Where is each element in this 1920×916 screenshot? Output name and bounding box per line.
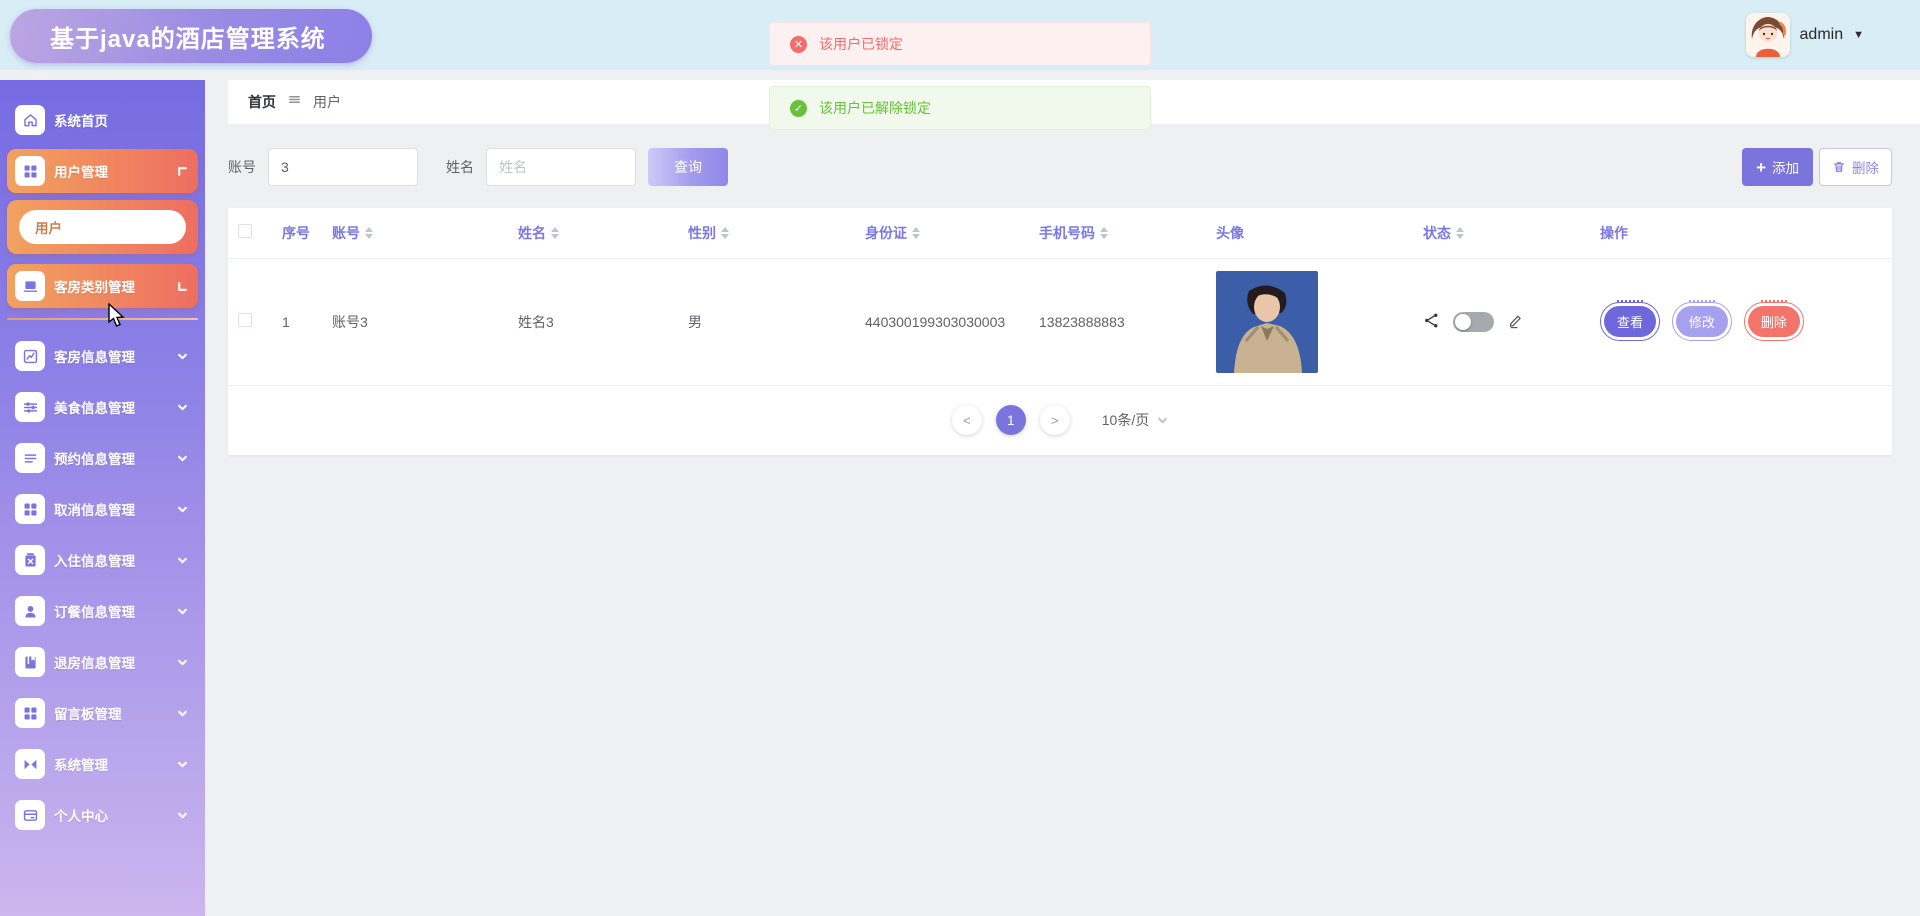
sidebar-item-room-type-mgmt[interactable]: 客房类别管理 xyxy=(7,264,198,308)
user-table: 序号 账号 姓名 性别 身份证 手机号码 头像 状态 操作 1 账号3 姓名3 … xyxy=(228,208,1892,386)
table-header-row: 序号 账号 姓名 性别 身份证 手机号码 头像 状态 操作 xyxy=(228,208,1892,258)
chart-icon xyxy=(15,341,45,371)
chevron-collapse-icon xyxy=(178,281,187,291)
sidebar-item-food-info-mgmt[interactable]: 美食信息管理 xyxy=(7,385,198,429)
filter-toolbar: 账号 姓名 查询 + 添加 删除 xyxy=(228,145,1892,189)
sort-icon[interactable] xyxy=(721,226,729,239)
share-icon[interactable] xyxy=(1423,312,1440,332)
app-title: 基于java的酒店管理系统 xyxy=(10,9,372,63)
current-page-button[interactable]: 1 xyxy=(995,405,1026,435)
prev-page-button[interactable]: < xyxy=(951,405,982,435)
user-table-card: 序号 账号 姓名 性别 身份证 手机号码 头像 状态 操作 1 账号3 姓名3 … xyxy=(228,208,1892,455)
chevron-down-icon xyxy=(178,659,187,665)
sidebar-subitem-user[interactable]: 用户 xyxy=(19,210,186,244)
grid-icon xyxy=(15,156,45,186)
account-input[interactable] xyxy=(268,148,418,186)
chevron-down-icon xyxy=(178,812,187,818)
user-menu[interactable]: admin ▼ xyxy=(1745,13,1864,57)
error-circle-icon: ✕ xyxy=(790,35,807,53)
clipboard-x-icon xyxy=(15,545,45,575)
user-avatar xyxy=(1745,13,1790,57)
delete-button[interactable]: 删除 xyxy=(1819,148,1892,186)
chevron-down-icon xyxy=(178,557,187,563)
sort-icon[interactable] xyxy=(1456,226,1464,239)
user-caret-icon: ▼ xyxy=(1853,29,1864,41)
chevron-down-icon xyxy=(178,506,187,512)
grid-icon xyxy=(15,494,45,524)
laptop-icon xyxy=(15,271,45,301)
sliders-icon xyxy=(15,392,45,422)
lock-toggle[interactable] xyxy=(1453,311,1494,332)
toast-success: ✓ 该用户已解除锁定 xyxy=(769,86,1151,130)
username: admin xyxy=(1799,26,1844,43)
sidebar-item-meal-order-mgmt[interactable]: 订餐信息管理 xyxy=(7,589,198,633)
sidebar-item-booking-info-mgmt[interactable]: 预约信息管理 xyxy=(7,436,198,480)
account-label: 账号 xyxy=(228,159,256,175)
cell-idcard: 440300199303030003 xyxy=(865,313,1006,330)
name-label: 姓名 xyxy=(446,159,474,175)
edit-button[interactable]: 修改 xyxy=(1671,300,1732,341)
sidebar-item-message-board-mgmt[interactable]: 留言板管理 xyxy=(7,691,198,735)
home-icon xyxy=(15,105,45,135)
chevron-down-icon xyxy=(178,404,187,410)
row-avatar-photo xyxy=(1216,270,1318,373)
switch-icon xyxy=(15,749,45,779)
sidebar-item-home[interactable]: 系统首页 xyxy=(7,98,198,142)
cell-phone: 13823888883 xyxy=(1039,313,1125,330)
row-delete-button[interactable]: 删除 xyxy=(1743,300,1804,341)
card-icon xyxy=(15,800,45,830)
book-icon xyxy=(15,647,45,677)
success-check-icon: ✓ xyxy=(790,99,807,117)
grid-icon xyxy=(15,698,45,728)
name-input[interactable] xyxy=(486,148,636,186)
page-size-select[interactable]: 10条/页 xyxy=(1102,410,1168,430)
sort-icon[interactable] xyxy=(551,226,559,239)
search-button[interactable]: 查询 xyxy=(648,148,728,186)
app: 基于java的酒店管理系统 admin ▼ 系统首页 用户管理 用户 客房类别管… xyxy=(0,0,1920,916)
sidebar: 系统首页 用户管理 用户 客房类别管理 客房信息管理 美食信息管理 预约信息管理… xyxy=(0,80,205,916)
chevron-down-icon xyxy=(178,455,187,461)
breadcrumb-current: 用户 xyxy=(313,94,341,110)
table-row: 1 账号3 姓名3 男 440300199303030003 138238888… xyxy=(228,258,1892,385)
chevron-expanded-icon xyxy=(178,166,187,176)
plus-icon: + xyxy=(1756,157,1766,177)
sort-icon[interactable] xyxy=(912,226,920,239)
sidebar-item-checkin-info-mgmt[interactable]: 入住信息管理 xyxy=(7,538,198,582)
edit-pencil-icon[interactable] xyxy=(1507,312,1524,332)
chevron-down-icon xyxy=(178,608,187,614)
chevron-down-icon xyxy=(178,353,187,359)
sidebar-item-system-mgmt[interactable]: 系统管理 xyxy=(7,742,198,786)
submenu-user-mgmt: 用户 xyxy=(7,200,198,254)
breadcrumb-separator-icon xyxy=(288,93,301,111)
toast-error: ✕ 该用户已锁定 xyxy=(769,22,1151,66)
sidebar-item-checkout-info-mgmt[interactable]: 退房信息管理 xyxy=(7,640,198,684)
sort-icon[interactable] xyxy=(1100,226,1108,239)
sidebar-item-room-info-mgmt[interactable]: 客房信息管理 xyxy=(7,334,198,378)
chevron-down-icon xyxy=(178,710,187,716)
sidebar-item-cancel-info-mgmt[interactable]: 取消信息管理 xyxy=(7,487,198,531)
chevron-down-icon xyxy=(1158,417,1168,423)
view-button[interactable]: 查看 xyxy=(1600,300,1661,341)
select-all-checkbox[interactable] xyxy=(238,224,252,239)
row-checkbox[interactable] xyxy=(238,313,252,327)
cell-account: 账号3 xyxy=(332,313,368,330)
sidebar-item-personal-center[interactable]: 个人中心 xyxy=(7,793,198,837)
cell-name: 姓名3 xyxy=(518,313,554,330)
sidebar-item-user-mgmt[interactable]: 用户管理 xyxy=(7,149,198,193)
list-icon xyxy=(15,443,45,473)
pagination: < 1 > 10条/页 xyxy=(228,385,1892,455)
next-page-button[interactable]: > xyxy=(1039,405,1070,435)
breadcrumb-home[interactable]: 首页 xyxy=(248,92,276,112)
sort-icon[interactable] xyxy=(365,226,373,239)
user-icon xyxy=(15,596,45,626)
sidebar-divider xyxy=(7,318,198,320)
add-button[interactable]: + 添加 xyxy=(1742,148,1813,186)
cell-gender: 男 xyxy=(688,313,702,330)
chevron-down-icon xyxy=(178,761,187,767)
trash-icon xyxy=(1833,161,1845,173)
cell-no: 1 xyxy=(282,313,290,330)
